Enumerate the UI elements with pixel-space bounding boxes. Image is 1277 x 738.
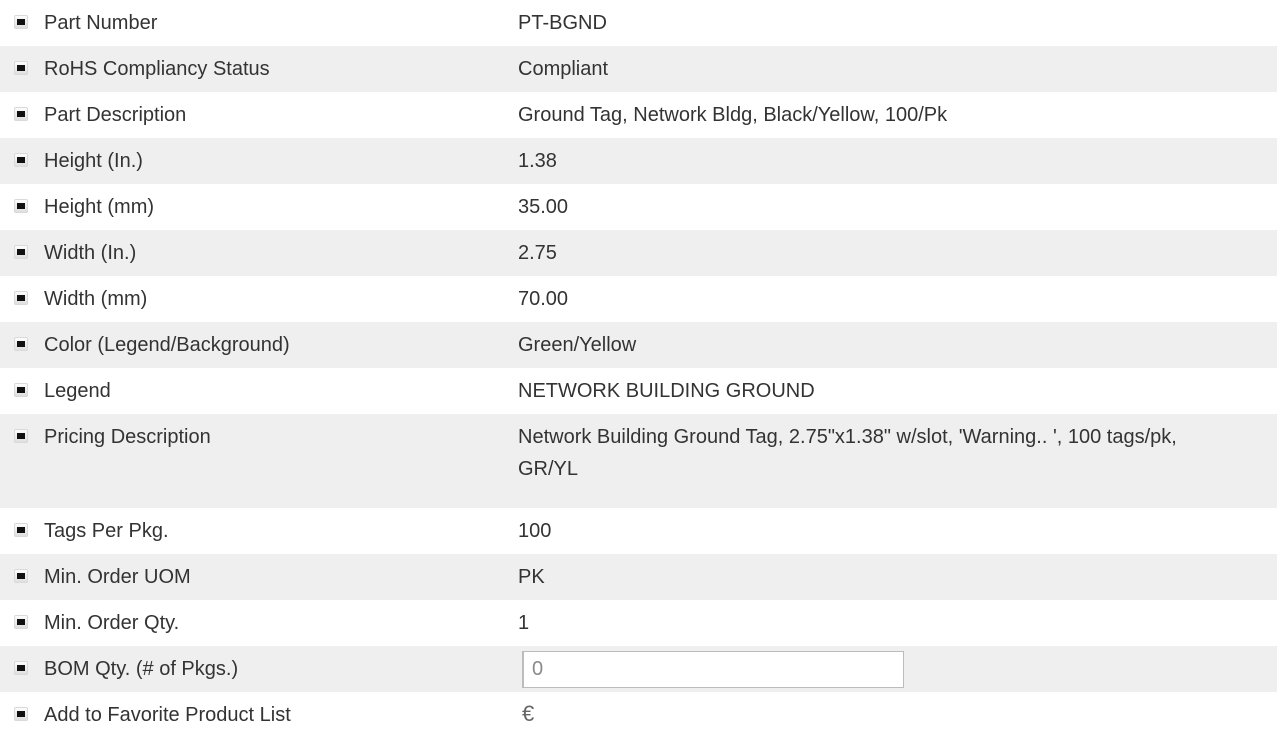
spec-label-text: Add to Favorite Product List [44,704,291,726]
spec-label: Part Number [0,0,518,36]
spec-label-text: Part Description [44,104,187,126]
bullet-icon [14,153,28,167]
bullet-icon [14,15,28,29]
bullet-icon [14,383,28,397]
spec-row-bom-qty: BOM Qty. (# of Pkgs.) [0,646,1277,692]
spec-label: Part Description [0,92,518,128]
spec-row-height-mm: Height (mm) 35.00 [0,184,1277,230]
spec-label-text: Width (In.) [44,242,137,264]
spec-value: 35.00 [518,196,569,218]
spec-value: 1.38 [518,150,557,172]
spec-row-pricing-description: Pricing Description Network Building Gro… [0,414,1277,508]
spec-row-height-in: Height (In.) 1.38 [0,138,1277,184]
bullet-icon [14,291,28,305]
spec-value: Green/Yellow [518,334,637,356]
spec-label-text: Height (In.) [44,150,143,172]
spec-label-text: Pricing Description [44,426,211,448]
spec-label: Tags Per Pkg. [0,508,518,544]
spec-label: Add to Favorite Product List [0,692,518,728]
spec-label: BOM Qty. (# of Pkgs.) [0,646,518,682]
bom-qty-input[interactable] [522,651,904,688]
spec-value: PT-BGND [518,12,607,34]
spec-row-rohs-status: RoHS Compliancy Status Compliant [0,46,1277,92]
bullet-icon [14,523,28,537]
spec-label-text: Height (mm) [44,196,155,218]
spec-row-add-favorite: Add to Favorite Product List € [0,692,1277,738]
spec-row-part-number: Part Number PT-BGND [0,0,1277,46]
bullet-icon [14,337,28,351]
spec-label-text: BOM Qty. (# of Pkgs.) [44,658,239,680]
spec-value: 100 [518,520,552,542]
bullet-icon [14,199,28,213]
spec-label: Pricing Description [0,414,518,450]
bullet-icon [14,661,28,675]
spec-row-part-description: Part Description Ground Tag, Network Bld… [0,92,1277,138]
spec-value: 1 [518,612,530,634]
spec-label-text: Legend [44,380,111,402]
spec-row-color: Color (Legend/Background) Green/Yellow [0,322,1277,368]
spec-label: Color (Legend/Background) [0,322,518,358]
spec-value: Network Building Ground Tag, 2.75"x1.38"… [518,426,1177,480]
spec-value: PK [518,566,545,588]
bullet-icon [14,615,28,629]
spec-label-text: Part Number [44,12,158,34]
spec-value [518,643,1277,688]
spec-value: Compliant [518,58,609,80]
spec-value: 70.00 [518,288,569,310]
spec-value: € [518,689,1277,731]
spec-label: RoHS Compliancy Status [0,46,518,82]
favorite-icon[interactable]: € [522,699,534,729]
spec-value: 2.75 [518,242,557,264]
bullet-icon [14,245,28,259]
spec-label-text: Tags Per Pkg. [44,520,169,542]
spec-label: Legend [0,368,518,404]
spec-label: Height (In.) [0,138,518,174]
spec-label-text: Min. Order Qty. [44,612,180,634]
spec-label-text: Width (mm) [44,288,148,310]
spec-value: Ground Tag, Network Bldg, Black/Yellow, … [518,104,948,126]
spec-label: Width (mm) [0,276,518,312]
spec-value: NETWORK BUILDING GROUND [518,380,815,402]
spec-label: Height (mm) [0,184,518,220]
spec-label: Width (In.) [0,230,518,266]
spec-row-width-in: Width (In.) 2.75 [0,230,1277,276]
bullet-icon [14,707,28,721]
bullet-icon [14,569,28,583]
spec-row-min-order-qty: Min. Order Qty. 1 [0,600,1277,646]
spec-label: Min. Order Qty. [0,600,518,636]
spec-row-min-order-uom: Min. Order UOM PK [0,554,1277,600]
spec-label-text: Color (Legend/Background) [44,334,290,356]
spec-row-legend: Legend NETWORK BUILDING GROUND [0,368,1277,414]
bullet-icon [14,429,28,443]
spec-row-tags-per-pkg: Tags Per Pkg. 100 [0,508,1277,554]
spec-row-width-mm: Width (mm) 70.00 [0,276,1277,322]
spec-label-text: RoHS Compliancy Status [44,58,270,80]
product-spec-table: Part Number PT-BGND RoHS Compliancy Stat… [0,0,1277,738]
spec-label: Min. Order UOM [0,554,518,590]
spec-label-text: Min. Order UOM [44,566,191,588]
bullet-icon [14,61,28,75]
bullet-icon [14,107,28,121]
